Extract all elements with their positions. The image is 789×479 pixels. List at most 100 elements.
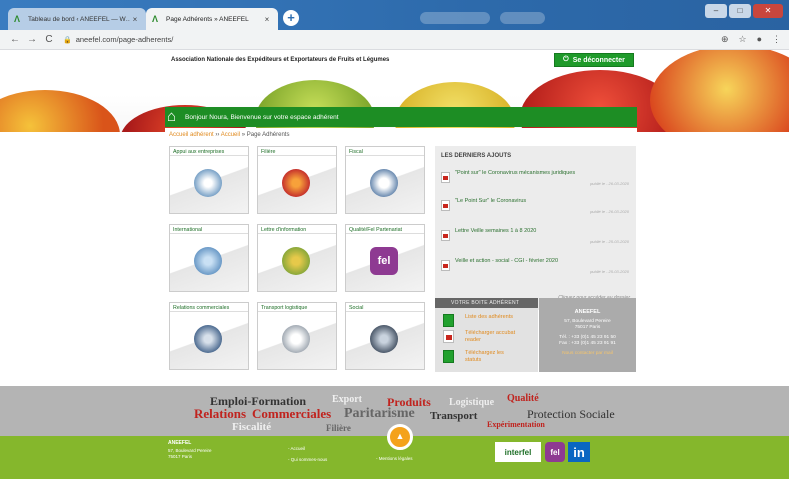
bookmark-star-icon[interactable]: ☆ (738, 34, 746, 45)
truck-icon (282, 325, 310, 353)
address-bar-actions: ⊕ ☆ ● ⋮ (721, 34, 781, 45)
latest-additions-title: LES DERNIERS AJOUTS (441, 153, 512, 159)
logout-button[interactable]: ⏻ Se déconnecter (554, 53, 634, 67)
calculator-icon (370, 169, 398, 197)
tag-link[interactable]: Expérimentation (487, 420, 545, 429)
news-item-title[interactable]: "Point sur" le Coronavirus mécanismes ju… (455, 170, 575, 176)
zoom-icon[interactable]: ⊕ (721, 34, 729, 45)
breadcrumb-current: Page Adhérents (246, 132, 290, 138)
maximize-button[interactable]: □ (729, 4, 751, 18)
tag-link[interactable]: Qualité (507, 393, 539, 404)
card-title: Qualité/Fel Partenariat (346, 225, 424, 234)
close-tab-icon[interactable]: × (130, 15, 140, 24)
card-title: Relations commerciales (170, 303, 248, 312)
contact-fax: Fax : +33 (0)1 45 23 91 91 (559, 341, 616, 346)
breadcrumb-separator: » (241, 132, 246, 138)
tab-dashboard[interactable]: Ʌ Tableau de bord ‹ ANEEFEL — W… × (8, 8, 146, 30)
news-item-title[interactable]: Veille et action - social - CGI - févrie… (455, 258, 558, 264)
doc-link[interactable]: Télécharger accubat reader (465, 330, 525, 344)
group-icon (370, 325, 398, 353)
apple-image (650, 50, 789, 132)
footer-address-line: 75017 Paris (168, 454, 193, 459)
tag-link[interactable]: Commerciales (252, 406, 331, 422)
minimize-button[interactable]: – (705, 4, 727, 18)
welcome-text: Bonjour Noura, Bienvenue sur votre espac… (185, 113, 339, 121)
fel-logo-icon: fel (370, 247, 398, 275)
news-item-title[interactable]: "Le Point Sur" le Coronavirus (455, 198, 526, 204)
card-filiere[interactable]: Filière (257, 146, 337, 214)
member-box-header: VOTRE BOITE ADHÉRENT (435, 298, 538, 308)
close-tab-icon[interactable]: × (262, 15, 272, 24)
main-content: Accueil adhérent ›› Accueil » Page Adhér… (165, 128, 637, 386)
hero-banner: Association Nationale des Expéditeurs et… (0, 50, 789, 132)
linkedin-icon[interactable]: in (568, 442, 590, 462)
tag-link[interactable]: Relations (194, 406, 246, 422)
tag-link[interactable]: Export (332, 394, 362, 405)
globe-icon (194, 247, 222, 275)
breadcrumb-link-accueil[interactable]: Accueil (221, 132, 240, 138)
card-title: Filière (258, 147, 336, 156)
tab-label: Tableau de bord ‹ ANEEFEL — W… (28, 15, 130, 23)
card-title: Social (346, 303, 424, 312)
news-item-title[interactable]: Lettre Veille semaines 1 à 8 2020 (455, 228, 536, 234)
tag-link[interactable]: Logistique (449, 397, 494, 408)
tag-link[interactable]: Transport (430, 410, 477, 422)
people-icon (194, 325, 222, 353)
scroll-to-top-button[interactable]: ▲ (387, 424, 413, 450)
profile-icon[interactable]: ● (757, 34, 762, 45)
new-tab-button[interactable]: + (283, 10, 299, 26)
contact-phone: Tél. : +33 (0)1 45 23 91 50 Fax : +33 (0… (539, 335, 636, 347)
menu-kebab-icon[interactable]: ⋮ (772, 34, 781, 45)
breadcrumb-separator: ›› (215, 132, 220, 138)
card-social[interactable]: Social (345, 302, 425, 370)
doc-link[interactable]: Téléchargez les statuts (465, 350, 520, 364)
contact-name: ANEEFEL (574, 309, 601, 315)
card-international[interactable]: International (169, 224, 249, 292)
back-button[interactable]: ← (8, 34, 22, 45)
apple-image (0, 90, 120, 132)
card-title: Lettre d'information (258, 225, 336, 234)
tab-label: Page Adhérents » ANEEFEL (166, 15, 249, 23)
member-box: Liste des adhérents Télécharger accubat … (435, 308, 538, 372)
card-appui-entreprises[interactable]: Appui aux entreprises (169, 146, 249, 214)
handshake-icon (194, 169, 222, 197)
tag-link[interactable]: Filière (326, 423, 351, 433)
footer-link-qui-sommes-nous[interactable]: - Qui sommes-nous (288, 457, 327, 462)
breadcrumb-link-home[interactable]: Accueil adhérent (169, 132, 214, 138)
card-transport-logistique[interactable]: Transport logistique (257, 302, 337, 370)
footer-link-mentions-legales[interactable]: - Mentions légales (376, 456, 413, 461)
close-window-button[interactable]: ✕ (753, 4, 783, 18)
contact-box: ANEEFEL 57, Boulevard Pereire 75017 Pari… (539, 298, 636, 372)
news-item[interactable]: Lettre Veille semaines 1 à 8 2020 publié… (441, 228, 633, 252)
tag-link[interactable]: Fiscalité (232, 421, 271, 433)
tab-page-adherents[interactable]: Ʌ Page Adhérents » ANEEFEL × (146, 8, 278, 30)
news-item[interactable]: Veille et action - social - CGI - févrie… (441, 258, 633, 282)
url-field[interactable]: 🔒 aneefel.com/page-adherents/ (63, 35, 173, 44)
contact-address-line: 75017 Paris (574, 325, 601, 330)
blurred-bookmark (500, 12, 545, 24)
fel-logo[interactable]: fel (545, 442, 565, 462)
card-fiscal[interactable]: Fiscal (345, 146, 425, 214)
reload-button[interactable]: C (42, 34, 56, 45)
news-item[interactable]: "Le Point Sur" le Coronavirus publié le … (441, 198, 633, 222)
breadcrumb: Accueil adhérent ›› Accueil » Page Adhér… (169, 132, 289, 138)
green-file-icon (443, 350, 454, 363)
browser-tab-bar: Ʌ Tableau de bord ‹ ANEEFEL — W… × Ʌ Pag… (0, 0, 789, 30)
card-relations-commerciales[interactable]: Relations commerciales (169, 302, 249, 370)
forward-button[interactable]: → (25, 34, 39, 45)
home-icon[interactable]: ⌂ (167, 108, 176, 126)
doc-link[interactable]: Liste des adhérents (465, 314, 513, 321)
card-lettre-information[interactable]: Lettre d'information (257, 224, 337, 292)
contact-mail-link[interactable]: Nous contacter par mail (539, 351, 636, 356)
card-qualite-fel[interactable]: Qualité/Fel Partenariat fel (345, 224, 425, 292)
latest-additions-panel: LES DERNIERS AJOUTS "Point sur" le Coron… (435, 146, 636, 310)
news-item[interactable]: "Point sur" le Coronavirus mécanismes ju… (441, 170, 633, 194)
interfel-logo[interactable]: interfel (495, 442, 541, 462)
card-title: Fiscal (346, 147, 424, 156)
footer-link-accueil[interactable]: - Accueil (288, 446, 305, 451)
vegetables-icon (282, 247, 310, 275)
card-title: Transport logistique (258, 303, 336, 312)
news-item-date: publié le - 25-03-2020 (590, 269, 629, 274)
address-bar: ← → C 🔒 aneefel.com/page-adherents/ ⊕ ☆ … (0, 30, 789, 50)
tag-link[interactable]: Paritarisme (344, 406, 415, 422)
